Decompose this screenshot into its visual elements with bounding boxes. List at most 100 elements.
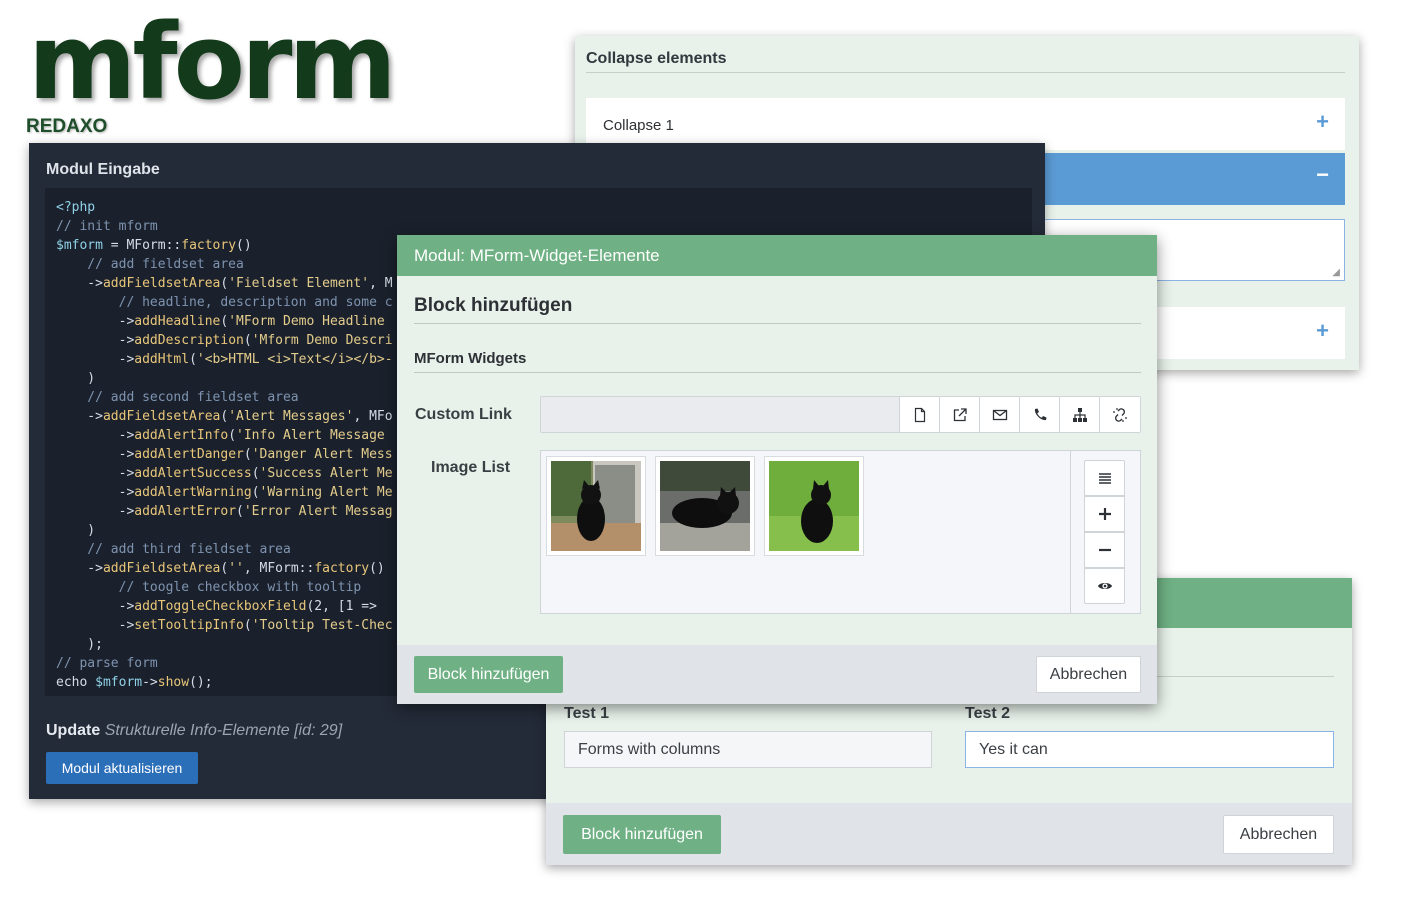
panel-title: Modul Eingabe	[46, 161, 160, 178]
code-token: ->	[56, 352, 135, 367]
divider	[586, 72, 1345, 73]
custom-link-input[interactable]	[541, 397, 899, 432]
module-meta: Strukturelle Info-Elemente [id: 29]	[104, 722, 343, 739]
code-token: (	[236, 504, 244, 519]
collapse-panel-title: Collapse elements	[586, 50, 727, 67]
code-token: // add third fieldset area	[56, 542, 291, 557]
code-token: ->	[56, 504, 135, 519]
code-token: ->	[56, 409, 103, 424]
code-token: (	[228, 428, 237, 443]
add-block-button[interactable]: Block hinzufügen	[563, 815, 721, 854]
code-token: 'MForm Demo Headline	[228, 314, 385, 329]
code-token: ()	[369, 561, 385, 576]
widget-modal: Modul: MForm-Widget-Elemente Block hinzu…	[397, 235, 1157, 704]
collapse-minus-icon[interactable]: −	[1316, 162, 1329, 188]
phone-icon[interactable]	[1019, 397, 1059, 432]
code-token: (	[251, 485, 260, 500]
custom-link-label: Custom Link	[415, 406, 512, 423]
code-token: ->	[56, 447, 135, 462]
test2-input[interactable]: Yes it can	[965, 731, 1334, 768]
code-token: addAlertDanger	[134, 447, 244, 462]
code-token: , MFo	[353, 409, 393, 424]
sitemap-icon[interactable]	[1059, 397, 1099, 432]
code-content[interactable]: <?php // init mform $mform = MForm::fact…	[56, 198, 393, 692]
expand-plus-icon[interactable]: +	[1316, 318, 1329, 344]
cancel-button[interactable]: Abbrechen	[1036, 656, 1141, 693]
test1-input[interactable]: Forms with columns	[564, 731, 932, 768]
expand-plus-icon[interactable]: +	[1316, 109, 1329, 135]
code-token: ->	[56, 333, 135, 348]
code-token: // add fieldset area	[56, 257, 244, 272]
code-token: addHeadline	[134, 314, 221, 329]
code-token: '<b>HTML <i>Text</i></b>-	[196, 352, 393, 367]
image-list-widget	[540, 450, 1141, 614]
code-token: addToggleCheckboxField	[134, 599, 307, 614]
list-icon[interactable]	[1084, 460, 1125, 496]
modal-header: Modul: MForm-Widget-Elemente	[397, 235, 1157, 276]
eye-icon[interactable]	[1084, 568, 1125, 604]
cancel-button[interactable]: Abbrechen	[1223, 815, 1334, 854]
external-link-icon[interactable]	[939, 397, 979, 432]
code-token: factory	[314, 561, 370, 576]
plus-icon[interactable]	[1084, 496, 1125, 532]
code-token: 'Alert Messages'	[228, 409, 354, 424]
code-token: addHtml	[134, 352, 190, 367]
image-thumb-cat-window[interactable]	[546, 456, 646, 556]
code-token: setTooltipInfo	[134, 618, 244, 633]
code-token: ()	[236, 238, 252, 253]
code-token: 'Tooltip Test-Chec	[251, 618, 393, 633]
minus-icon[interactable]	[1084, 532, 1125, 568]
code-token: 'Info Alert Message	[236, 428, 385, 443]
unlink-icon[interactable]	[1099, 397, 1139, 432]
code-token: // parse form	[56, 656, 158, 671]
code-token: , M	[369, 276, 393, 291]
code-token: (	[243, 618, 252, 633]
resize-handle-icon[interactable]: ◢	[1332, 267, 1340, 278]
code-token: <?php	[56, 200, 96, 215]
image-thumb-cat-grass[interactable]	[764, 456, 864, 556]
code-token: ->	[56, 428, 135, 443]
code-token: ->	[56, 276, 103, 291]
code-token: );	[56, 637, 103, 652]
collapse-item-label: Collapse 1	[603, 117, 674, 134]
code-token: ->	[56, 485, 135, 500]
code-token: $mform	[95, 675, 143, 690]
test2-label: Test 2	[965, 705, 1011, 722]
image-list-controls	[1070, 451, 1140, 613]
code-token: 'Success Alert Me	[259, 466, 393, 481]
code-token: (	[189, 352, 197, 367]
image-list-label: Image List	[431, 459, 511, 476]
code-token: = MForm::	[102, 238, 182, 253]
file-icon[interactable]	[899, 397, 939, 432]
modal-footer: Block hinzufügen Abbrechen	[397, 645, 1157, 704]
code-token: addAlertSuccess	[134, 466, 252, 481]
code-token: addAlertInfo	[134, 428, 229, 443]
test1-label: Test 1	[564, 705, 610, 722]
code-token: ->	[56, 314, 135, 329]
code-token: 'Fieldset Element'	[228, 276, 370, 291]
code-token: 'Warning Alert Me	[259, 485, 393, 500]
code-token: 'Error Alert Messag	[243, 504, 393, 519]
code-token: ->	[56, 466, 135, 481]
code-token: // init mform	[56, 219, 158, 234]
mail-icon[interactable]	[979, 397, 1019, 432]
code-token: ''	[228, 561, 244, 576]
custom-link-widget	[540, 396, 1141, 433]
code-token: $mform	[56, 238, 103, 253]
code-token: show	[157, 675, 190, 690]
code-token: factory	[181, 238, 237, 253]
mform-logo: mform REDAXO	[26, 10, 406, 138]
code-token: ->	[56, 561, 103, 576]
code-token: 'Danger Alert Mess	[251, 447, 393, 462]
code-token: (2, [1 =>	[306, 599, 377, 614]
code-token: ();	[189, 675, 213, 690]
add-block-button[interactable]: Block hinzufügen	[414, 656, 563, 693]
image-thumb-cat-pavement[interactable]	[655, 456, 755, 556]
update-module-button[interactable]: Modul aktualisieren	[46, 752, 198, 784]
code-token: addFieldsetArea	[102, 561, 221, 576]
code-token: echo	[56, 675, 96, 690]
code-token: ->	[56, 599, 135, 614]
code-token: (	[251, 466, 260, 481]
widgets-heading: MForm Widgets	[414, 350, 527, 367]
code-token: 'Mform Demo Descri	[251, 333, 393, 348]
